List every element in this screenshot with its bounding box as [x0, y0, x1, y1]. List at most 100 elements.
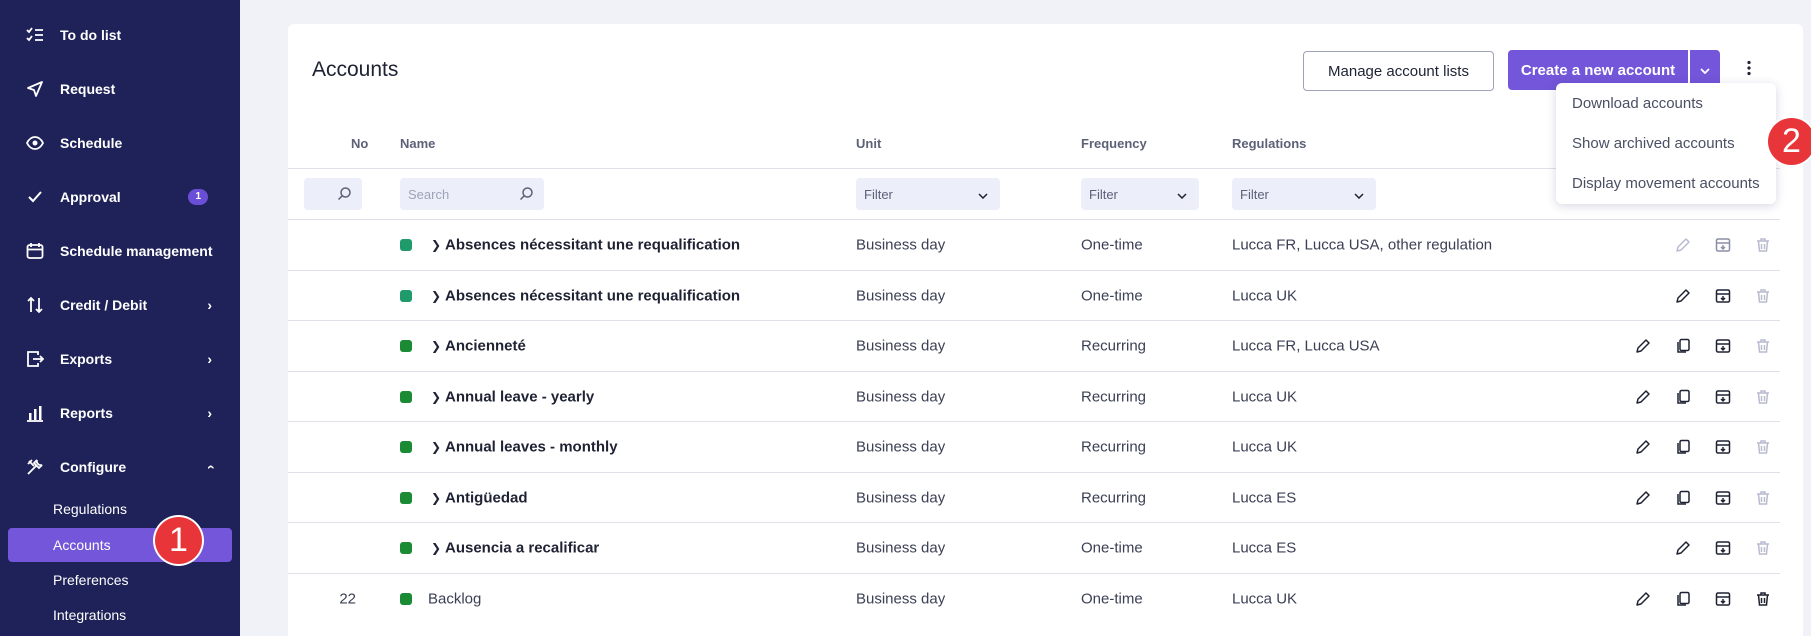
search-input[interactable] — [400, 178, 510, 210]
sidebar-item-label: Credit / Debit — [60, 297, 148, 313]
sidebar-item-credit-debit[interactable]: Credit / Debit › — [0, 278, 240, 332]
delete-icon[interactable] — [1753, 538, 1773, 558]
column-header-no: No — [351, 136, 369, 151]
account-name[interactable]: Annual leave - yearly — [445, 389, 594, 406]
table-row[interactable]: ❯ Annual leave - yearly Business day Recurr… — [288, 371, 1780, 422]
duplicate-icon[interactable] — [1673, 387, 1693, 407]
delete-icon[interactable] — [1753, 286, 1773, 306]
delete-icon[interactable] — [1753, 437, 1773, 457]
unit-filter-select[interactable]: Filter — [856, 178, 1000, 210]
frequency-filter-select[interactable]: Filter — [1081, 178, 1199, 210]
duplicate-icon[interactable] — [1673, 488, 1693, 508]
sidebar-item-configure[interactable]: Configure › — [0, 440, 240, 494]
account-name[interactable]: Absences nécessitant une requalification — [445, 237, 740, 254]
sidebar-item-label: Schedule — [60, 135, 123, 151]
sidebar-subitem-label: Accounts — [53, 537, 111, 553]
account-unit: Business day — [856, 539, 946, 557]
delete-icon[interactable] — [1753, 235, 1773, 255]
menu-item-display-movement-accounts[interactable]: Display movement accounts — [1572, 175, 1760, 192]
table-row[interactable]: ❯ Absences nécessitant une requalificatio… — [288, 270, 1780, 321]
edit-icon[interactable] — [1633, 589, 1653, 609]
edit-icon[interactable] — [1633, 387, 1653, 407]
edit-icon[interactable] — [1673, 286, 1693, 306]
account-regulations: Lucca UK — [1232, 287, 1298, 305]
duplicate-icon[interactable] — [1673, 336, 1693, 356]
archive-icon[interactable] — [1713, 235, 1733, 255]
edit-icon[interactable] — [1633, 437, 1653, 457]
sidebar-subitem-integrations[interactable]: Integrations — [8, 598, 232, 632]
chevron-right-icon[interactable]: ❯ — [431, 541, 441, 555]
archive-icon[interactable] — [1713, 437, 1733, 457]
account-unit: Business day — [856, 236, 946, 254]
duplicate-icon[interactable] — [1673, 589, 1693, 609]
arrows-updown-icon — [24, 294, 46, 316]
menu-item-download-accounts[interactable]: Download accounts — [1572, 95, 1703, 112]
account-name[interactable]: Absences nécessitant une requalification — [445, 288, 740, 305]
sidebar-item-exports[interactable]: Exports › — [0, 332, 240, 386]
account-name[interactable]: Ausencia a recalificar — [445, 540, 599, 557]
chevron-right-icon[interactable]: ❯ — [431, 339, 441, 353]
send-icon — [24, 78, 46, 100]
table-row[interactable]: 22 Backlog Business day One-time Lucca UK — [288, 573, 1780, 624]
status-indicator — [400, 492, 412, 504]
filter-label: Filter — [1089, 186, 1118, 202]
sidebar-item-request[interactable]: Request — [0, 62, 240, 116]
sidebar-item-label: Exports — [60, 351, 113, 367]
name-search-field[interactable] — [400, 178, 544, 210]
archive-icon[interactable] — [1713, 488, 1733, 508]
edit-icon[interactable] — [1633, 336, 1653, 356]
account-name[interactable]: Annual leaves - monthly — [445, 439, 618, 456]
account-regulations: Lucca FR, Lucca USA — [1232, 337, 1380, 355]
account-frequency: Recurring — [1081, 388, 1147, 406]
menu-item-show-archived-accounts[interactable]: Show archived accounts — [1572, 135, 1735, 152]
account-regulations: Lucca UK — [1232, 590, 1298, 608]
sidebar-item-reports[interactable]: Reports › — [0, 386, 240, 440]
regulations-filter-select[interactable]: Filter — [1232, 178, 1376, 210]
table-row[interactable]: ❯ Ausencia a recalificar Business day One-t… — [288, 522, 1780, 573]
chevron-right-icon[interactable]: ❯ — [431, 238, 441, 252]
sidebar-subitem-label: Preferences — [53, 572, 129, 588]
status-indicator — [400, 290, 412, 302]
chevron-right-icon[interactable]: ❯ — [431, 440, 441, 454]
archive-icon[interactable] — [1713, 336, 1733, 356]
table-row[interactable]: ❯ Annual leaves - monthly Business day Recu… — [288, 421, 1780, 472]
chevron-right-icon[interactable]: ❯ — [431, 390, 441, 404]
account-regulations: Lucca UK — [1232, 388, 1298, 406]
delete-icon[interactable] — [1753, 387, 1773, 407]
manage-account-lists-button[interactable]: Manage account lists — [1303, 51, 1494, 91]
status-indicator — [400, 542, 412, 554]
sidebar-item-schedule[interactable]: Schedule — [0, 116, 240, 170]
chevron-right-icon[interactable]: ❯ — [431, 491, 441, 505]
archive-icon[interactable] — [1713, 589, 1733, 609]
step-marker-1: 1 — [155, 517, 202, 564]
table-row[interactable]: ❯ Absences nécessitant une requalificatio… — [288, 219, 1780, 270]
account-unit: Business day — [856, 337, 946, 355]
sidebar-item-approval[interactable]: Approval 1 — [0, 170, 240, 224]
duplicate-icon[interactable] — [1673, 437, 1693, 457]
export-icon — [24, 348, 46, 370]
sidebar-subitem-preferences[interactable]: Preferences — [8, 563, 232, 597]
archive-icon[interactable] — [1713, 538, 1733, 558]
sidebar-subitem-regulations[interactable]: Regulations — [8, 492, 232, 526]
edit-icon[interactable] — [1673, 538, 1693, 558]
search-icon — [337, 186, 352, 206]
account-name[interactable]: Antigüedad — [445, 490, 528, 507]
edit-icon[interactable] — [1633, 488, 1653, 508]
sidebar-item-schedule-management[interactable]: Schedule management — [0, 224, 240, 278]
archive-icon[interactable] — [1713, 286, 1733, 306]
edit-icon[interactable] — [1673, 235, 1693, 255]
archive-icon[interactable] — [1713, 387, 1733, 407]
more-options-button[interactable] — [1740, 58, 1758, 82]
account-regulations: Lucca ES — [1232, 539, 1297, 557]
table-row[interactable]: ❯ Antigüedad Business day Recurring Lucca ES — [288, 472, 1780, 523]
bar-chart-icon — [24, 402, 46, 424]
sidebar-item-todo[interactable]: To do list — [0, 8, 240, 62]
account-name[interactable]: Ancienneté — [445, 338, 526, 355]
no-search-field[interactable] — [304, 178, 362, 210]
account-frequency: One-time — [1081, 539, 1143, 557]
chevron-right-icon[interactable]: ❯ — [431, 289, 441, 303]
delete-icon[interactable] — [1753, 488, 1773, 508]
delete-icon[interactable] — [1753, 336, 1773, 356]
table-row[interactable]: ❯ Ancienneté Business day Recurring Lucca FR… — [288, 320, 1780, 371]
delete-icon[interactable] — [1753, 589, 1773, 609]
